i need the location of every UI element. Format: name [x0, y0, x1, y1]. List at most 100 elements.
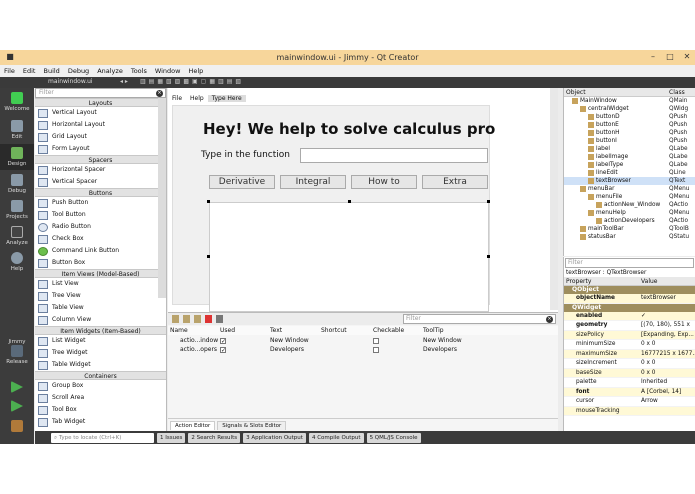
how-to-button[interactable]: How to	[351, 175, 417, 189]
widget-item[interactable]: Tab Widget	[35, 416, 166, 428]
widget-item[interactable]: Horizontal Layout	[35, 119, 166, 131]
menu-tools[interactable]: Tools	[127, 67, 151, 75]
widget-item[interactable]: Scroll Area	[35, 392, 166, 404]
property-value[interactable]: A [Corbel, 14]	[641, 388, 695, 398]
mode-debug[interactable]: Debug	[0, 172, 34, 196]
property-row[interactable]: geometry [(70, 180), 551 x	[564, 321, 695, 331]
property-row[interactable]: cursor Arrow	[564, 397, 695, 407]
pane-compile-output[interactable]: 4 Compile Output	[308, 432, 364, 443]
property-value[interactable]: [(70, 180), 551 x	[641, 321, 695, 331]
property-value[interactable]: 16777215 x 1677...	[641, 350, 695, 360]
widget-item[interactable]: Grid Layout	[35, 131, 166, 143]
used-checkbox[interactable]: ✓	[220, 336, 226, 345]
widget-item[interactable]: Push Button	[35, 197, 166, 209]
menu-build[interactable]: Build	[39, 67, 63, 75]
widget-item[interactable]: Tool Box	[35, 404, 166, 416]
property-value[interactable]: [Expanding, Exp...	[641, 331, 695, 341]
derivative-button[interactable]: Derivative	[209, 175, 275, 189]
col-used[interactable]: Used	[220, 326, 235, 335]
property-value[interactable]: ✓	[641, 312, 695, 322]
object-tree-row[interactable]: buttonD QPush	[564, 113, 695, 121]
property-row[interactable]: mouseTracking	[564, 406, 695, 416]
mode-analyze[interactable]: Analyze	[0, 224, 34, 248]
widgetbox-scrollbar[interactable]	[158, 98, 166, 298]
tab-signals-slots[interactable]: Signals & Slots Editor	[217, 421, 287, 430]
object-tree-row[interactable]: menuHelp QMenu	[564, 209, 695, 217]
property-value[interactable]: textBrowser	[641, 294, 695, 304]
widget-item[interactable]: Vertical Layout	[35, 107, 166, 119]
form-editor-scrollbar[interactable]	[550, 88, 558, 310]
layout-tools-icon[interactable]: ▥▤▦▧▨▩▣▢▦▥▤▧	[140, 78, 244, 85]
col-tooltip[interactable]: ToolTip	[423, 326, 444, 335]
section-header[interactable]: Item Widgets (Item-Based)	[35, 326, 166, 335]
resize-handle[interactable]	[487, 200, 490, 203]
function-line-edit[interactable]	[300, 148, 488, 163]
menu-debug[interactable]: Debug	[64, 67, 93, 75]
mode-help[interactable]: Help	[0, 250, 34, 274]
property-value[interactable]: 0 x 0	[641, 369, 695, 379]
property-value[interactable]: Inherited	[641, 378, 695, 388]
col-shortcut[interactable]: Shortcut	[321, 326, 347, 335]
widget-item[interactable]: Table Widget	[35, 359, 166, 371]
widget-item[interactable]: Button Box	[35, 257, 166, 269]
widget-item[interactable]: Horizontal Spacer	[35, 164, 166, 176]
col-checkable[interactable]: Checkable	[373, 326, 404, 335]
property-row[interactable]: maximumSize 16777215 x 1677...	[564, 349, 695, 360]
property-row[interactable]: enabled ✓	[564, 311, 695, 322]
widget-item[interactable]: Tree Widget	[35, 347, 166, 359]
header-class[interactable]: Class	[669, 88, 685, 97]
pane-qml-console[interactable]: 5 QML/JS Console	[366, 432, 421, 443]
form-menu-help[interactable]: Help	[186, 95, 208, 102]
file-tab[interactable]: mainwindow.ui	[48, 78, 93, 85]
widget-item[interactable]: Column View	[35, 314, 166, 326]
extra-button[interactable]: Extra	[422, 175, 488, 189]
object-tree-row[interactable]: textBrowser QText	[564, 177, 695, 185]
clear-icon[interactable]: ×	[156, 90, 163, 97]
used-checkbox[interactable]: ✓	[220, 345, 226, 354]
section-header[interactable]: Containers	[35, 371, 166, 380]
function-label[interactable]: Type in the function	[201, 150, 290, 160]
object-tree-row[interactable]: buttonH QPush	[564, 129, 695, 137]
nav-arrows-icon[interactable]: ◂ ▸	[120, 78, 128, 85]
mode-welcome[interactable]: Welcome	[0, 90, 34, 116]
object-tree-row[interactable]: actionDevelopers QActio	[564, 217, 695, 225]
header-property[interactable]: Property	[566, 278, 591, 285]
resize-handle[interactable]	[207, 255, 210, 258]
form-menu-file[interactable]: File	[168, 95, 186, 102]
col-name[interactable]: Name	[170, 326, 188, 335]
object-tree-row[interactable]: mainToolBar QToolB	[564, 225, 695, 233]
pane-issues[interactable]: 1 Issues	[157, 432, 186, 443]
widget-item[interactable]: Group Box	[35, 380, 166, 392]
property-row[interactable]: baseSize 0 x 0	[564, 368, 695, 379]
widget-item[interactable]: Tree View	[35, 290, 166, 302]
section-header[interactable]: Buttons	[35, 188, 166, 197]
object-tree-row[interactable]: menuFile QMenu	[564, 193, 695, 201]
object-tree-row[interactable]: labelType QLabe	[564, 161, 695, 169]
form-heading-label[interactable]: Hey! We help to solve calculus pro	[203, 120, 495, 138]
pane-application-output[interactable]: 3 Application Output	[243, 432, 306, 443]
mode-edit[interactable]: Edit	[0, 118, 34, 142]
text-browser[interactable]	[209, 202, 489, 312]
property-value[interactable]: Arrow	[641, 397, 695, 407]
new-action-icon[interactable]	[172, 315, 179, 323]
property-row[interactable]: sizeIncrement 0 x 0	[564, 359, 695, 369]
resize-handle[interactable]	[207, 200, 210, 203]
property-filter-input[interactable]: Filter	[565, 258, 694, 268]
checkable-checkbox[interactable]	[373, 336, 379, 345]
form-menu-type-here[interactable]: Type Here	[207, 94, 246, 102]
checkable-checkbox[interactable]	[373, 345, 379, 354]
close-icon[interactable]: ✕	[679, 51, 695, 63]
tab-action-editor[interactable]: Action Editor	[170, 421, 216, 430]
kit-selector[interactable]: Jimmy Release	[0, 338, 34, 374]
widget-item[interactable]: Tool Button	[35, 209, 166, 221]
widget-item[interactable]: Command Link Button	[35, 245, 166, 257]
object-tree-row[interactable]: actionNew_Window QActio	[564, 201, 695, 209]
menu-analyze[interactable]: Analyze	[93, 67, 127, 75]
action-filter-input[interactable]: Filter ×	[403, 314, 556, 324]
property-group-header[interactable]: QWidget	[564, 303, 695, 312]
menu-file[interactable]: File	[0, 67, 19, 75]
debug-run-button[interactable]	[0, 400, 34, 414]
menu-window[interactable]: Window	[151, 67, 185, 75]
run-button[interactable]	[0, 381, 34, 395]
widget-filter-input[interactable]: Filter ×	[35, 88, 166, 98]
